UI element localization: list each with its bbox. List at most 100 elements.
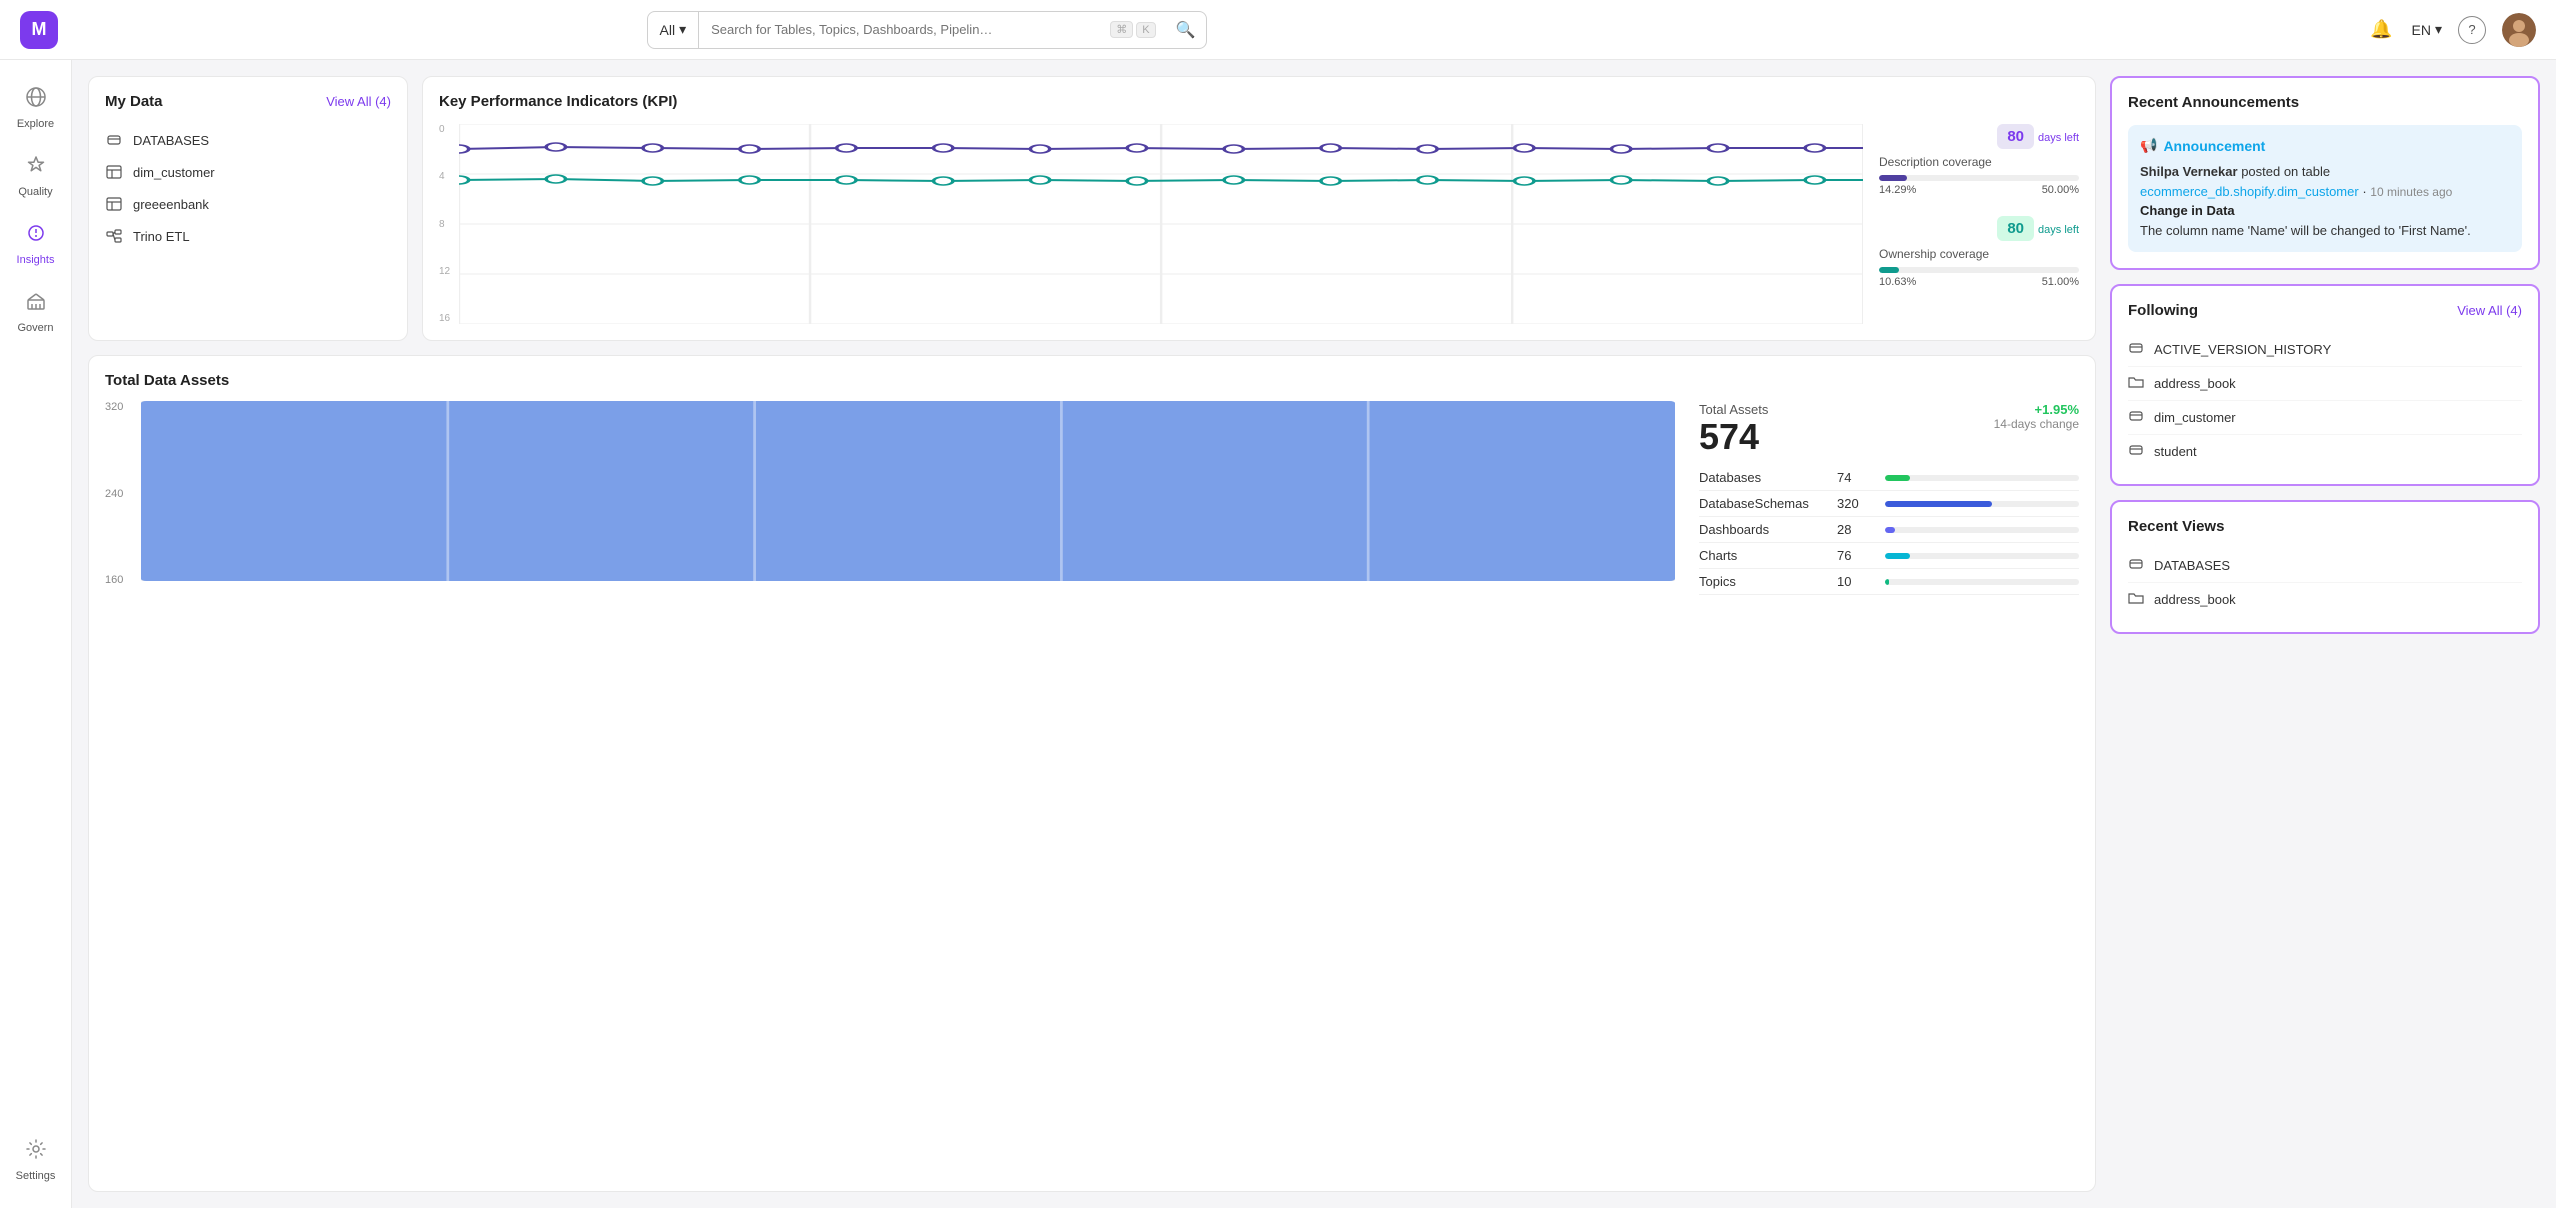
sidebar-item-quality[interactable]: Quality — [0, 144, 71, 208]
following-view-all[interactable]: View All (4) — [2457, 303, 2522, 318]
asset-row-count: 76 — [1837, 548, 1877, 563]
asset-row-dashboards: Dashboards 28 — [1699, 517, 2079, 543]
list-item-label: ACTIVE_VERSION_HISTORY — [2154, 342, 2331, 357]
sidebar-label-explore: Explore — [17, 118, 54, 130]
assets-change-section: +1.95% 14-days change — [1994, 402, 2079, 431]
days-badge-description: 80 — [1997, 124, 2034, 149]
bar-svg — [141, 401, 1675, 581]
announcements-card: Recent Announcements 📢 Announcement Shil… — [2110, 76, 2540, 270]
y-label: 12 — [439, 266, 457, 277]
following-header: Following View All (4) — [2128, 302, 2522, 319]
kpi-header: Key Performance Indicators (KPI) — [439, 93, 2079, 110]
user-avatar[interactable] — [2502, 13, 2536, 47]
list-item[interactable]: dim_customer — [105, 156, 391, 188]
database-icon — [105, 131, 123, 149]
kpi-metric-ownership: 80 days left Ownership coverage 10.63% 5… — [1879, 216, 2079, 288]
metric-pct-right: 51.00% — [2042, 276, 2079, 288]
list-item[interactable]: Trino ETL — [105, 220, 391, 252]
search-filter-label: All — [660, 22, 676, 38]
insights-icon — [25, 222, 47, 250]
my-data-header: My Data View All (4) — [105, 93, 391, 110]
asset-row-name: Topics — [1699, 574, 1829, 589]
sidebar-item-govern[interactable]: Govern — [0, 280, 71, 344]
kpi-title: Key Performance Indicators (KPI) — [439, 93, 677, 110]
announcement-posted-text: posted on table — [2241, 164, 2330, 179]
recent-views-card: Recent Views DATABASES — [2110, 500, 2540, 634]
following-card: Following View All (4) ACTIVE_VERSION_HI… — [2110, 284, 2540, 486]
list-item-label: DATABASES — [2154, 558, 2230, 573]
search-icon: 🔍 — [1176, 22, 1196, 39]
kpi-y-axis: 16 12 8 4 0 — [439, 124, 459, 324]
list-item[interactable]: address_book — [2128, 367, 2522, 401]
notification-bell-button[interactable]: 🔔 — [2368, 16, 2396, 44]
kpi-metric-description: 80 days left Description coverage 14.29%… — [1879, 124, 2079, 196]
list-item[interactable]: dim_customer — [2128, 401, 2522, 435]
schema-icon — [105, 227, 123, 245]
folder-icon — [2128, 590, 2144, 609]
list-item[interactable]: ACTIVE_VERSION_HISTORY — [2128, 333, 2522, 367]
language-selector[interactable]: EN ▾ — [2412, 21, 2442, 38]
list-item[interactable]: address_book — [2128, 583, 2522, 616]
asset-bar-wrap — [1885, 579, 2079, 585]
announcement-title: 📢 Announcement — [2140, 137, 2510, 154]
asset-bar-wrap — [1885, 501, 2079, 507]
list-item-label: DATABASES — [133, 133, 209, 148]
list-item[interactable]: DATABASES — [105, 124, 391, 156]
asset-row-count: 320 — [1837, 496, 1877, 511]
y-label: 240 — [105, 488, 137, 500]
star-icon — [25, 154, 47, 182]
metric-pct-right: 50.00% — [2042, 184, 2079, 196]
sidebar-label-quality: Quality — [18, 186, 52, 198]
kpi-line-chart: 16 12 8 4 0 — [439, 124, 1863, 324]
list-item-label: address_book — [2154, 592, 2236, 607]
database-icon — [2128, 408, 2144, 427]
asset-row-count: 74 — [1837, 470, 1877, 485]
logo[interactable]: M — [20, 11, 58, 49]
list-item-label: dim_customer — [133, 165, 215, 180]
my-data-card: My Data View All (4) DATABASES — [88, 76, 408, 341]
topnav: M All ▾ ⌘ K 🔍 🔔 EN ▾ ? — [0, 0, 2556, 60]
list-item[interactable]: DATABASES — [2128, 549, 2522, 583]
bar-chart-svg — [141, 401, 1675, 586]
metric-name-description: Description coverage — [1879, 155, 2079, 169]
metric-pcts-description: 14.29% 50.00% — [1879, 184, 2079, 196]
search-submit-button[interactable]: 🔍 — [1166, 20, 1206, 40]
help-button[interactable]: ? — [2458, 16, 2486, 44]
sidebar-item-explore[interactable]: Explore — [0, 76, 71, 140]
announcements-title: Recent Announcements — [2128, 94, 2299, 111]
k-key: K — [1136, 22, 1155, 38]
y-label: 320 — [105, 401, 137, 413]
metric-name-ownership: Ownership coverage — [1879, 247, 2079, 261]
table-icon — [105, 163, 123, 181]
kpi-svg: 30/Aug 03/Sep 07/Sep 11/Sep — [459, 124, 1863, 324]
list-item-label: dim_customer — [2154, 410, 2236, 425]
sidebar-item-settings[interactable]: Settings — [0, 1128, 71, 1192]
lang-chevron-icon: ▾ — [2435, 21, 2442, 38]
announcement-table-link[interactable]: ecommerce_db.shopify.dim_customer — [2140, 184, 2359, 199]
announcement-item: 📢 Announcement Shilpa Vernekar posted on… — [2128, 125, 2522, 252]
announcement-title-text: Announcement — [2163, 138, 2265, 154]
search-input[interactable] — [699, 12, 1100, 48]
list-item-label: address_book — [2154, 376, 2236, 391]
list-item[interactable]: student — [2128, 435, 2522, 468]
asset-row-name: Charts — [1699, 548, 1829, 563]
kpi-chart-area: 16 12 8 4 0 — [439, 124, 2079, 324]
my-data-view-all[interactable]: View All (4) — [326, 94, 391, 109]
metric-bar-bg-ownership — [1879, 267, 2079, 273]
asset-bar — [1885, 579, 1889, 585]
my-data-title: My Data — [105, 93, 163, 110]
search-filter-button[interactable]: All ▾ — [648, 12, 700, 48]
folder-icon — [2128, 374, 2144, 393]
asset-bar-wrap — [1885, 475, 2079, 481]
days-label-description: days left — [2038, 132, 2079, 144]
cmd-key: ⌘ — [1110, 21, 1133, 38]
list-item[interactable]: greeeenbank — [105, 188, 391, 220]
sidebar-item-insights[interactable]: Insights — [0, 212, 71, 276]
asset-bar-wrap — [1885, 527, 2079, 533]
asset-row-name: DatabaseSchemas — [1699, 496, 1829, 511]
settings-icon — [25, 1138, 47, 1166]
days-label-ownership: days left — [2038, 224, 2079, 236]
metric-pct-left: 10.63% — [1879, 276, 1916, 288]
total-assets-count-section: Total Assets 574 — [1699, 402, 1768, 455]
metric-bar-bg-description — [1879, 175, 2079, 181]
